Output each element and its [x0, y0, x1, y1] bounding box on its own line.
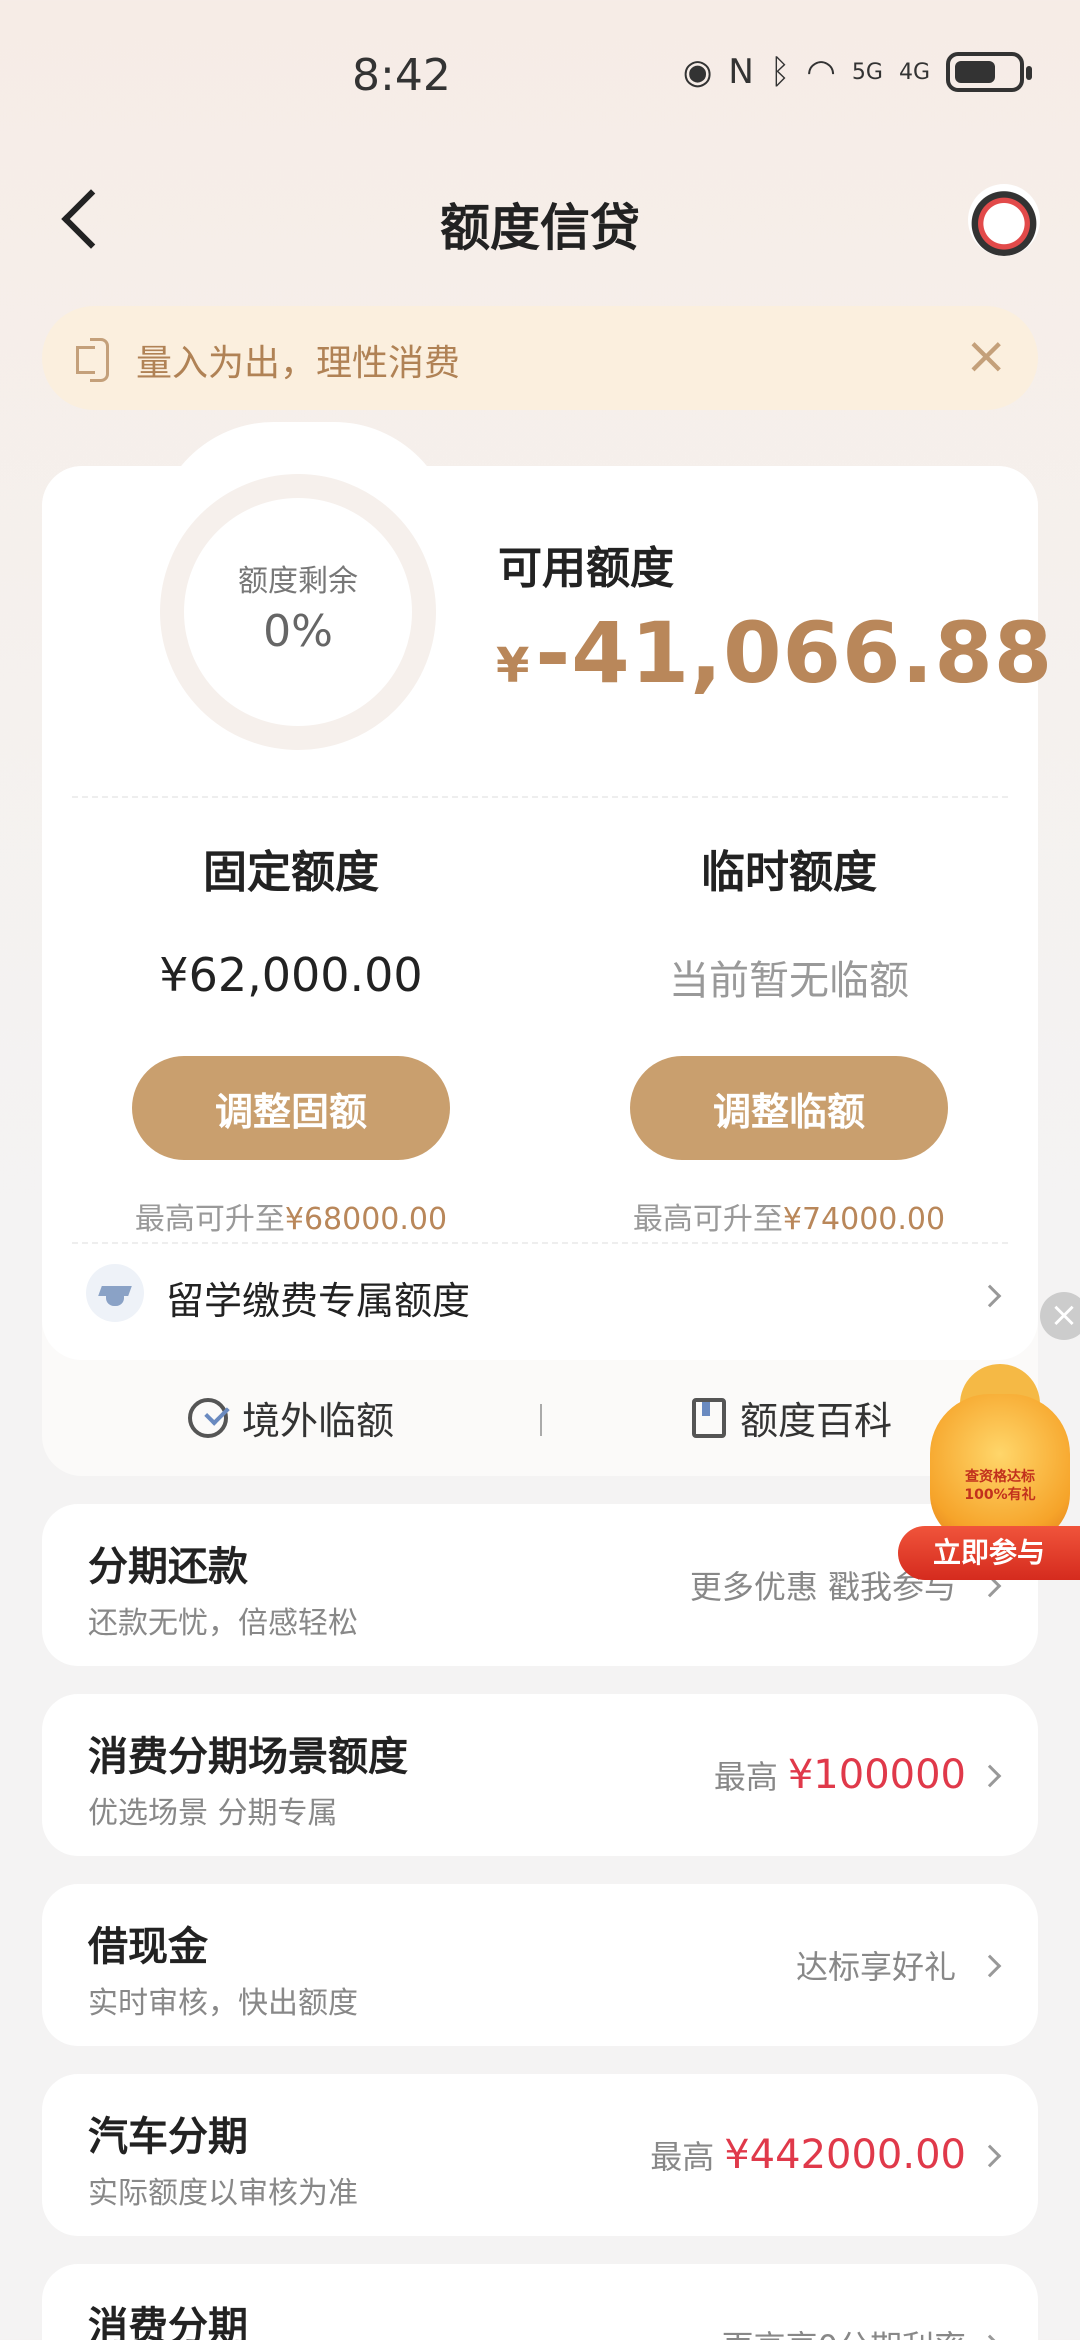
list-item[interactable]: 消费分期 更高享0分期利率	[42, 2264, 1038, 2340]
graduation-cap-icon	[86, 1264, 144, 1322]
adjust-fixed-button[interactable]: 调整固额	[132, 1056, 450, 1160]
notice-banner: 量入为出，理性消费 ×	[42, 306, 1038, 410]
temporary-limit-value: 当前暂无临额	[669, 958, 909, 1004]
temporary-limit-note: 最高可升至¥74000.00	[540, 1194, 1038, 1238]
chevron-right-icon	[978, 1954, 1002, 1978]
status-bar: 8:42 ◉ N ᛒ ◠ 5G 4G	[0, 0, 1080, 140]
ring-value: 0%	[263, 606, 333, 657]
list-item-right: 最高 ¥442000.00	[650, 2132, 966, 2178]
available-label: 可用额度	[498, 543, 674, 594]
signal-4g-icon: 4G	[898, 59, 930, 85]
list-item-title: 分期还款	[88, 1544, 248, 1590]
list-item-right-text: 最高	[650, 2138, 715, 2176]
overseas-temp-limit-link[interactable]: 境外临额	[188, 1390, 394, 1445]
list-item-right-value: ¥100000	[787, 1752, 966, 1798]
fixed-note-value: ¥68000.00	[284, 1202, 448, 1237]
encyclopedia-label: 额度百科	[740, 1399, 893, 1443]
list-item-subtitle: 还款无忧，倍感轻松	[88, 1606, 358, 1641]
chevron-right-icon	[978, 2144, 1002, 2168]
available-number: -41,066.88	[535, 604, 1054, 702]
credit-summary-card: 额度剩余 0% 可用额度 ¥ -41,066.88 固定额度 ¥62,000.0…	[42, 422, 1052, 1476]
chevron-right-icon	[978, 2334, 1002, 2340]
fixed-limit-title: 固定额度	[203, 847, 379, 898]
list-item-right-text: 更高享0分期利率	[722, 2322, 966, 2340]
notice-text: 量入为出，理性消费	[136, 343, 461, 384]
temporary-limit-title: 临时额度	[701, 847, 877, 898]
battery-icon	[946, 52, 1032, 92]
list-item-right: 更高享0分期利率	[722, 2322, 966, 2340]
list-item-subtitle: 实时审核，快出额度	[88, 1986, 358, 2021]
eye-icon: ◉	[682, 52, 713, 92]
study-fee-label: 留学缴费专属额度	[166, 1279, 471, 1323]
study-fee-limit-row[interactable]: 留学缴费专属额度	[42, 1236, 1038, 1356]
mascot-icon[interactable]	[968, 184, 1040, 256]
join-now-button[interactable]: 立即参与	[898, 1526, 1080, 1580]
nfc-icon: N	[728, 52, 754, 92]
status-icons: ◉ N ᛒ ◠ 5G 4G	[682, 52, 1032, 92]
page-title: 额度信贷	[440, 199, 640, 257]
list-item-title: 汽车分期	[88, 2114, 248, 2160]
list-item-right-text: 达标享好礼	[795, 1948, 956, 1986]
bluetooth-icon: ᛒ	[769, 52, 791, 92]
link-separator	[540, 1404, 542, 1436]
list-item-title: 消费分期场景额度	[88, 1734, 408, 1780]
overseas-icon	[188, 1397, 228, 1438]
fixed-limit-note: 最高可升至¥68000.00	[42, 1194, 540, 1238]
chevron-right-icon	[978, 1284, 1002, 1308]
list-item[interactable]: 消费分期场景额度 优选场景 分期专属 最高 ¥100000	[42, 1694, 1038, 1856]
list-item[interactable]: 汽车分期 实际额度以审核为准 最高 ¥442000.00	[42, 2074, 1038, 2236]
book-icon	[692, 1397, 726, 1438]
list-item-right: 达标享好礼	[796, 1942, 966, 1988]
available-currency: ¥	[496, 638, 530, 694]
header: 额度信贷	[0, 170, 1080, 270]
list-item-right: 最高 ¥100000	[714, 1752, 966, 1798]
list-item-title: 消费分期	[88, 2304, 248, 2340]
list-item[interactable]: 借现金 实时审核，快出额度 达标享好礼	[42, 1884, 1038, 2046]
chevron-right-icon	[978, 1764, 1002, 1788]
promo-lucky-bag[interactable]: 查资格达标 100%有礼 立即参与	[888, 1364, 1080, 1584]
list-item-right-value: ¥442000.00	[724, 2132, 966, 2178]
close-icon[interactable]: ×	[964, 330, 1008, 382]
speaker-icon	[76, 338, 116, 382]
temporary-limit-column: 临时额度 当前暂无临额 调整临额 最高可升至¥74000.00	[540, 836, 1038, 1238]
fixed-limit-value: ¥62,000.00	[159, 948, 423, 1002]
list-item-subtitle: 实际额度以审核为准	[88, 2176, 358, 2211]
list-item-right-text: 最高	[713, 1758, 778, 1796]
promo-close-icon[interactable]: ×	[1040, 1292, 1080, 1340]
temporary-note-prefix: 最高可升至	[632, 1202, 783, 1237]
ring-label: 额度剩余	[238, 564, 358, 599]
temporary-note-value: ¥74000.00	[782, 1202, 946, 1237]
available-amount: ¥ -41,066.88	[496, 604, 1053, 702]
wifi-icon: ◠	[806, 52, 836, 92]
adjust-temporary-button[interactable]: 调整临额	[630, 1056, 948, 1160]
divider	[72, 796, 1008, 798]
list-item-title: 借现金	[88, 1924, 208, 1970]
fixed-limit-column: 固定额度 ¥62,000.00 调整固额 最高可升至¥68000.00	[42, 836, 540, 1238]
overseas-label: 境外临额	[242, 1399, 395, 1443]
fixed-note-prefix: 最高可升至	[134, 1202, 285, 1237]
promo-bag-text: 查资格达标 100%有礼	[964, 1469, 1036, 1503]
credit-summary-panel: 额度剩余 0% 可用额度 ¥ -41,066.88 固定额度 ¥62,000.0…	[42, 422, 1052, 1360]
status-time: 8:42	[352, 50, 451, 101]
signal-5g-icon: 5G	[851, 59, 883, 85]
limit-encyclopedia-link[interactable]: 额度百科	[692, 1390, 892, 1445]
list-item-subtitle: 优选场景 分期专属	[88, 1796, 338, 1831]
